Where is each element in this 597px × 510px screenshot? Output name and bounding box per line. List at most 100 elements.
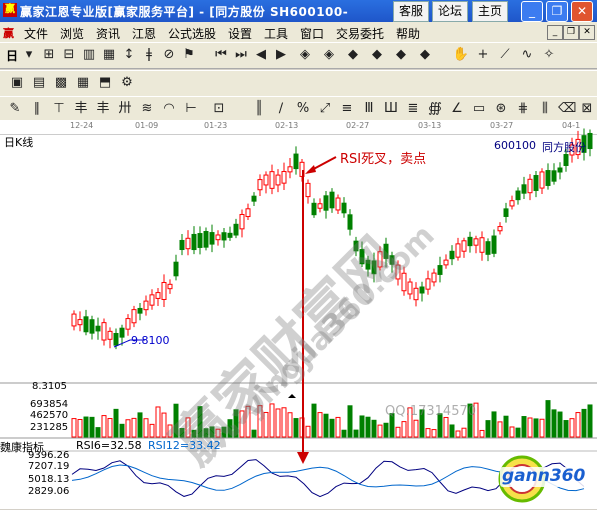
rsi6-value: RSI6=32.58: [76, 439, 142, 452]
last-page-icon[interactable]: ⏭: [232, 47, 250, 63]
volume-tick: 231285: [30, 422, 69, 433]
gann-tool-icon[interactable]: ✧: [540, 47, 558, 63]
scroll-right-icon[interactable]: ◆: [368, 47, 386, 63]
kline-icon[interactable]: ▥: [80, 47, 98, 63]
box-icon[interactable]: ⊡: [210, 101, 228, 117]
candle-icon[interactable]: ↕: [120, 47, 138, 63]
fibonacci-icon[interactable]: ≡: [338, 101, 356, 117]
period-selector[interactable]: 日: [6, 47, 18, 64]
date-tick: 01-09: [135, 121, 159, 130]
customer-service-button[interactable]: 客服: [393, 1, 429, 22]
bars-icon[interactable]: ║: [250, 101, 268, 117]
eraser-icon[interactable]: ⌫: [558, 101, 576, 117]
menu-tools[interactable]: 工具: [264, 25, 288, 42]
menu-help[interactable]: 帮助: [396, 25, 420, 42]
volume-tick: 693854: [30, 399, 69, 410]
move-right-icon[interactable]: ▶: [272, 47, 290, 63]
no-signal-icon[interactable]: ⊘: [160, 47, 178, 63]
scroll-up-icon[interactable]: ◆: [392, 47, 410, 63]
maximize-icon[interactable]: ❐: [546, 1, 568, 22]
date-tick: 01-23: [204, 121, 228, 130]
mdi-minimize-icon[interactable]: _: [547, 25, 563, 40]
cycle-icon[interactable]: 卅: [116, 101, 134, 117]
indicator-tick: 9396.26: [28, 450, 70, 461]
hand-tool-icon[interactable]: ✋: [452, 47, 470, 63]
toolbar-main: 日 ▾ ⊞ ⊟ ▥ ▦ ↕ ǂ ⊘ ⚑ ⏮ ⏭ ◀ ▶ ◈ ◈ ◆ ◆ ◆ ◆ …: [0, 42, 597, 69]
square-icon[interactable]: ▭: [470, 101, 488, 117]
bar-chart-icon[interactable]: ▦: [100, 47, 118, 63]
arc-icon[interactable]: ◠: [160, 101, 178, 117]
channel-icon[interactable]: ⊤: [50, 101, 68, 117]
date-axis: 12-24 01-09 01-23 02-13 02-27 03-13 03-2…: [0, 120, 597, 135]
golden-icon[interactable]: Ш: [382, 101, 400, 117]
qq-watermark: QQ:17314570: [385, 404, 477, 419]
menu-news[interactable]: 资讯: [96, 25, 120, 42]
minimize-icon[interactable]: _: [521, 1, 543, 22]
quote-icon[interactable]: ⊟: [60, 47, 78, 63]
candle-style-icon[interactable]: ǂ: [140, 47, 158, 63]
date-tick: 04-1: [562, 121, 581, 130]
period-dropdown-icon[interactable]: ▾: [20, 47, 38, 63]
menu-gann[interactable]: 江恩: [132, 25, 156, 42]
angle-icon[interactable]: ∠: [448, 101, 466, 117]
rsi12-value: RSI12=33.42: [148, 439, 221, 452]
save-icon[interactable]: ▦: [74, 75, 92, 91]
gann360-badge-text: gann360: [502, 466, 586, 486]
export-icon[interactable]: ⬒: [96, 75, 114, 91]
gann-box-icon[interactable]: ∰: [426, 101, 444, 117]
fan-icon[interactable]: 丰: [72, 101, 90, 117]
time-zone-icon[interactable]: Ⅲ: [360, 101, 378, 117]
speed-line-icon[interactable]: ⤢: [316, 101, 334, 117]
stock-name: 同方股份: [542, 141, 586, 154]
crosshair-icon[interactable]: +: [474, 47, 492, 63]
scroll-down-icon[interactable]: ◆: [416, 47, 434, 63]
wave-tool-icon[interactable]: ≋: [138, 101, 156, 117]
window-title: 赢家江恩专业版[赢家服务平台] - [同方股份 SH600100-: [20, 5, 349, 19]
rsi-death-cross-annotation: RSI死叉，卖点: [340, 152, 427, 167]
cycle-lines-icon[interactable]: ⫼: [536, 101, 554, 117]
date-tick: 03-27: [490, 121, 514, 130]
menu-window[interactable]: 窗口: [300, 25, 324, 42]
menu-formula-selection[interactable]: 公式选股: [168, 25, 216, 42]
zoom-out-icon[interactable]: ◈: [296, 47, 314, 63]
report-icon[interactable]: ▤: [30, 75, 48, 91]
move-left-icon[interactable]: ◀: [252, 47, 270, 63]
menu-browse[interactable]: 浏览: [60, 25, 84, 42]
retrace-icon[interactable]: ≣: [404, 101, 422, 117]
grid-icon[interactable]: ⋕: [514, 101, 532, 117]
menu-file[interactable]: 文件: [24, 25, 48, 42]
ruler-icon[interactable]: ⊢: [182, 101, 200, 117]
mdi-restore-icon[interactable]: ❐: [563, 25, 579, 40]
gann360-badge: gann360: [490, 451, 594, 507]
delete-icon[interactable]: ⊠: [578, 101, 596, 117]
spiral-icon[interactable]: ⊛: [492, 101, 510, 117]
stock-list-icon[interactable]: ⊞: [40, 47, 58, 63]
parallel-line-icon[interactable]: ∥: [28, 101, 46, 117]
close-icon[interactable]: ✕: [571, 1, 593, 22]
pencil-icon[interactable]: ✎: [6, 101, 24, 117]
title-bar: 赢 赢家江恩专业版[赢家服务平台] - [同方股份 SH600100- 客服 论…: [0, 0, 597, 22]
first-page-icon[interactable]: ⏮: [212, 47, 230, 63]
zoom-in-icon[interactable]: ◈: [320, 47, 338, 63]
toolbar-drawing: ✎ ∥ ⊤ 丰 丰 卅 ≋ ◠ ⊢ ⊡ ║ ∕ % ⤢ ≡ Ⅲ Ш ≣ ∰ ∠ …: [0, 96, 597, 123]
period-title: 日K线: [4, 136, 34, 149]
settings-icon[interactable]: ⚙: [118, 75, 136, 91]
homepage-button[interactable]: 主页: [472, 1, 508, 22]
menu-bar: 赢 文件 浏览 资讯 江恩 公式选股 设置 工具 窗口 交易委托 帮助 _ ❐ …: [0, 22, 597, 42]
volume-tick: 462570: [30, 410, 69, 421]
trend-line-icon[interactable]: ⟋: [496, 47, 514, 63]
calendar-icon[interactable]: ▣: [8, 75, 26, 91]
percent-line-icon[interactable]: ∕: [272, 101, 290, 117]
wave-icon[interactable]: ∿: [518, 47, 536, 63]
scroll-left-icon[interactable]: ◆: [344, 47, 362, 63]
menu-settings[interactable]: 设置: [228, 25, 252, 42]
mdi-close-icon[interactable]: ✕: [579, 25, 595, 40]
flag-icon[interactable]: ⚑: [180, 47, 198, 63]
percent-icon[interactable]: %: [294, 101, 312, 117]
finance-icon[interactable]: ▩: [52, 75, 70, 91]
forum-button[interactable]: 论坛: [432, 1, 468, 22]
toolbar-secondary: ▣ ▤ ▩ ▦ ⬒ ⚙: [0, 70, 597, 97]
menu-trade[interactable]: 交易委托: [336, 25, 384, 42]
gann-line-icon[interactable]: 丰: [94, 101, 112, 117]
app-logo-icon: 赢: [3, 3, 17, 17]
